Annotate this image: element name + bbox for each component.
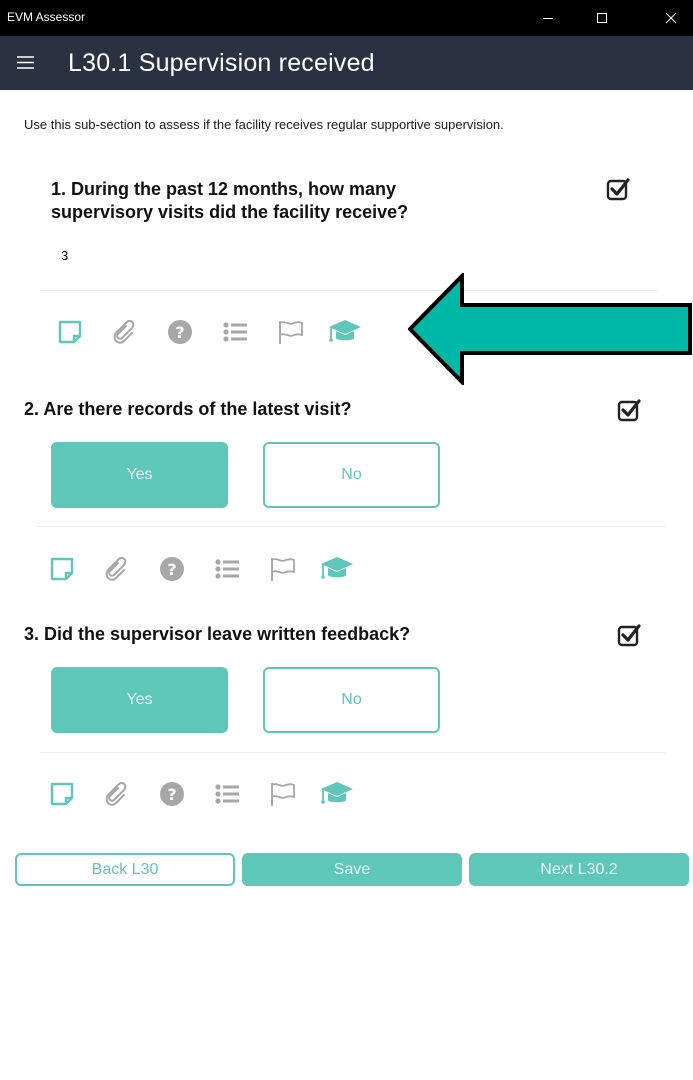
attachment-icon — [113, 319, 135, 344]
annotation-arrow-icon — [408, 273, 692, 385]
attachment-icon — [105, 556, 127, 581]
question-2-complete-checkbox[interactable] — [617, 398, 641, 422]
note-icon — [50, 557, 74, 581]
help-icon: ? — [160, 782, 184, 806]
graduation-cap-icon — [321, 557, 353, 579]
question-1-answer-input[interactable]: 3 — [61, 248, 68, 263]
checkbox-checked-icon — [617, 399, 641, 422]
help-button[interactable]: ? — [154, 551, 190, 587]
training-button[interactable] — [327, 314, 363, 350]
note-button[interactable] — [44, 551, 80, 587]
question-1-complete-checkbox[interactable] — [606, 177, 630, 201]
divider — [36, 526, 665, 527]
question-1-toolbar: ? — [52, 314, 382, 350]
flag-icon — [279, 321, 303, 344]
question-3-toolbar: ? — [44, 776, 374, 812]
help-button[interactable]: ? — [154, 776, 190, 812]
checkbox-checked-icon — [606, 178, 630, 201]
attachment-button[interactable] — [99, 776, 135, 812]
back-button[interactable]: Back L30 — [15, 853, 235, 886]
list-icon — [223, 322, 247, 342]
question-2-toolbar: ? — [44, 551, 374, 587]
attachment-button[interactable] — [107, 314, 143, 350]
question-1-line-1: 1. During the past 12 months, how many — [51, 179, 397, 199]
list-button[interactable] — [209, 551, 245, 587]
maximize-icon — [597, 13, 607, 23]
question-1-text: 1. During the past 12 months, how many s… — [51, 178, 408, 224]
svg-text:?: ? — [167, 785, 176, 804]
save-button[interactable]: Save — [242, 853, 462, 886]
question-2-yes-button[interactable]: Yes — [51, 442, 228, 508]
list-button[interactable] — [209, 776, 245, 812]
section-description: Use this sub-section to assess if the fa… — [24, 117, 504, 132]
attachment-icon — [105, 781, 127, 806]
training-button[interactable] — [319, 776, 355, 812]
help-icon: ? — [160, 557, 184, 581]
close-icon — [665, 12, 677, 24]
page-title: L30.1 Supervision received — [68, 49, 375, 77]
note-button[interactable] — [44, 776, 80, 812]
note-icon — [50, 782, 74, 806]
divider — [40, 752, 665, 753]
question-3-text: 3. Did the supervisor leave written feed… — [24, 624, 411, 644]
list-icon — [215, 559, 239, 579]
question-3-complete-checkbox[interactable] — [617, 623, 641, 647]
training-button[interactable] — [319, 551, 355, 587]
minimize-icon — [543, 18, 553, 19]
help-button[interactable]: ? — [162, 314, 198, 350]
graduation-cap-icon — [329, 320, 361, 342]
note-button[interactable] — [52, 314, 88, 350]
flag-icon — [271, 783, 295, 806]
flag-button[interactable] — [264, 551, 300, 587]
svg-text:?: ? — [175, 323, 184, 342]
window-titlebar: EVM Assessor — [0, 0, 693, 36]
question-3-yes-button[interactable]: Yes — [51, 667, 228, 733]
question-1-line-2: supervisory visits did the facility rece… — [51, 202, 409, 222]
question-2-text: 2. Are there records of the latest visit… — [24, 399, 352, 419]
attachment-button[interactable] — [99, 551, 135, 587]
flag-icon — [271, 558, 295, 581]
question-2-no-button[interactable]: No — [263, 442, 440, 508]
window-title: EVM Assessor — [7, 10, 86, 24]
graduation-cap-icon — [321, 782, 353, 804]
list-icon — [215, 784, 239, 804]
app-header: L30.1 Supervision received — [0, 36, 693, 90]
help-icon: ? — [168, 320, 192, 344]
checkbox-checked-icon — [617, 624, 641, 647]
close-button[interactable] — [661, 8, 681, 28]
note-icon — [58, 320, 82, 344]
next-button[interactable]: Next L30.2 — [469, 853, 689, 886]
svg-text:?: ? — [167, 560, 176, 579]
hamburger-icon — [17, 56, 34, 69]
minimize-button[interactable] — [538, 8, 558, 28]
list-button[interactable] — [217, 314, 253, 350]
question-3-no-button[interactable]: No — [263, 667, 440, 733]
maximize-button[interactable] — [592, 8, 612, 28]
flag-button[interactable] — [264, 776, 300, 812]
flag-button[interactable] — [272, 314, 308, 350]
hamburger-menu-button[interactable] — [17, 55, 37, 71]
